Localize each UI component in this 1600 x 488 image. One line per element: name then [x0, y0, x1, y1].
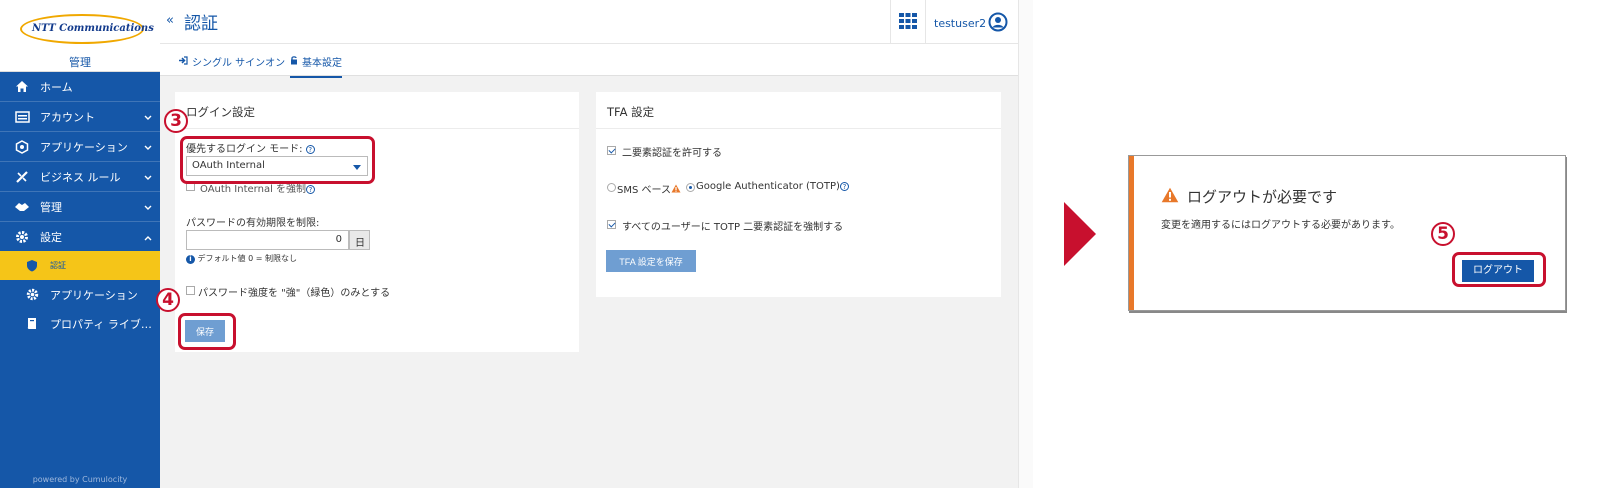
- sidebar-item-accounts[interactable]: アカウント: [0, 102, 160, 131]
- signin-icon: [178, 55, 188, 68]
- dialog-message: 変更を適用するにはログアウトする必要があります。: [1161, 220, 1400, 231]
- chevron-down-icon: [144, 171, 152, 184]
- save-tfa-button[interactable]: TFA 設定を保存: [606, 250, 696, 272]
- screenshot-panel: NTT Communications 管理 ホーム アカウント アプリケーション…: [0, 0, 1033, 488]
- app-name: 管理: [69, 56, 91, 69]
- chevron-down-icon: [144, 111, 152, 124]
- username-label[interactable]: testuser2: [934, 17, 986, 30]
- dialog-title: ログアウトが必要です: [1161, 186, 1337, 207]
- sidebar-item-sub-applications[interactable]: アプリケーション: [0, 280, 160, 309]
- collapse-sidebar-button[interactable]: «: [166, 13, 174, 28]
- tfa-settings-card: TFA 設定 二要素認証を許可する SMS ベース Google Authent…: [596, 92, 1001, 297]
- sidebar-item-business-rules[interactable]: ビジネス ルール: [0, 162, 160, 191]
- default-note: i デフォルト値 0 = 制限なし: [186, 253, 297, 264]
- sidebar-item-home[interactable]: ホーム: [0, 72, 160, 101]
- highlight-save: [178, 313, 236, 350]
- strong-password-label: パスワード強度を "強"（緑色）のみとする: [198, 288, 391, 299]
- help-icon[interactable]: ?: [839, 182, 849, 191]
- chevron-up-icon: [144, 231, 152, 244]
- enforce-totp-label: すべてのユーザーに TOTP 二要素認証を強制する: [622, 222, 844, 233]
- sidebar-item-settings[interactable]: 設定: [0, 222, 160, 251]
- allow-tfa-checkbox[interactable]: [607, 146, 616, 155]
- tab-single-sign-on[interactable]: シングル サインオン: [178, 54, 285, 69]
- app-grid-icon: [899, 12, 917, 32]
- step-4-marker: 4: [156, 288, 180, 312]
- next-step-arrow-icon: [1064, 202, 1096, 266]
- warning-icon: [1161, 187, 1179, 207]
- page-title: 認証: [184, 14, 218, 34]
- sidebar-item-property-library[interactable]: プロパティ ライブ…: [0, 309, 160, 338]
- sidebar-item-label: ビジネス ルール: [40, 170, 121, 184]
- sms-label: SMS ベース: [617, 181, 681, 196]
- top-bar: « 認証 testuser2: [160, 0, 1018, 44]
- tab-bar: シングル サインオン 基本設定: [160, 44, 1018, 78]
- sidebar-item-admin[interactable]: 管理: [0, 192, 160, 221]
- shield-icon: [24, 258, 40, 274]
- admin-icon: [14, 199, 30, 215]
- password-expiry-input[interactable]: 0: [186, 230, 349, 250]
- scrollbar[interactable]: [1018, 0, 1033, 488]
- warning-icon: [671, 184, 681, 196]
- settings-icon: [14, 229, 30, 245]
- sidebar-item-label: 管理: [40, 200, 62, 214]
- sms-radio[interactable]: [607, 183, 616, 192]
- highlight-login-mode: [180, 136, 375, 184]
- logout-dialog: ログアウトが必要です 変更を適用するにはログアウトする必要があります。 ログアウ…: [1128, 155, 1566, 311]
- business-rules-icon: [14, 169, 30, 185]
- sidebar-item-label: 認証: [50, 261, 66, 270]
- app-switcher-button[interactable]: [890, 0, 926, 44]
- strong-password-checkbox[interactable]: [186, 286, 195, 295]
- chevron-down-icon: [144, 201, 152, 214]
- sidebar-item-label: アプリケーション: [40, 140, 128, 154]
- card-title: TFA 設定: [596, 92, 1001, 129]
- sidebar-item-authentication[interactable]: 認証: [0, 251, 160, 280]
- info-icon: i: [186, 255, 195, 264]
- password-expiry-label: パスワードの有効期限を制限:: [186, 218, 320, 229]
- user-avatar-icon[interactable]: [988, 12, 1008, 35]
- sidebar-item-label: プロパティ ライブ…: [50, 317, 152, 331]
- chevron-down-icon: [144, 141, 152, 154]
- card-title: ログイン設定: [175, 92, 579, 129]
- step-5-marker: 5: [1431, 222, 1455, 246]
- applications-icon: [14, 139, 30, 155]
- highlight-logout: [1452, 252, 1546, 287]
- login-settings-card: ログイン設定 優先するログイン モード: ? OAuth Internal OA…: [175, 92, 579, 352]
- warning-accent-bar: [1129, 156, 1134, 310]
- sidebar-item-label: アカウント: [40, 110, 95, 124]
- home-icon: [14, 79, 30, 95]
- step-3-marker: 3: [164, 109, 188, 133]
- powered-by-text: powered by Cumulocity: [32, 475, 128, 484]
- sidebar-item-applications[interactable]: アプリケーション: [0, 132, 160, 161]
- sidebar-item-label: ホーム: [40, 80, 73, 94]
- lock-icon: [290, 55, 298, 68]
- days-unit-addon: 日: [349, 230, 370, 250]
- google-auth-label: Google Authenticator (TOTP)?: [696, 181, 849, 192]
- book-icon: [24, 316, 40, 332]
- help-icon[interactable]: ?: [306, 185, 316, 194]
- sidebar-item-label: 設定: [40, 230, 62, 244]
- enforce-totp-checkbox[interactable]: [607, 220, 616, 229]
- google-auth-radio[interactable]: [686, 183, 695, 192]
- allow-tfa-label: 二要素認証を許可する: [622, 148, 722, 159]
- gear-icon: [24, 287, 40, 303]
- company-logo: NTT Communications: [20, 14, 154, 44]
- sidebar: NTT Communications 管理 ホーム アカウント アプリケーション…: [0, 0, 160, 488]
- tab-basic-settings[interactable]: 基本設定: [290, 54, 342, 78]
- brand-area: NTT Communications 管理: [0, 0, 160, 72]
- sidebar-item-label: アプリケーション: [50, 288, 138, 302]
- account-icon: [14, 109, 30, 125]
